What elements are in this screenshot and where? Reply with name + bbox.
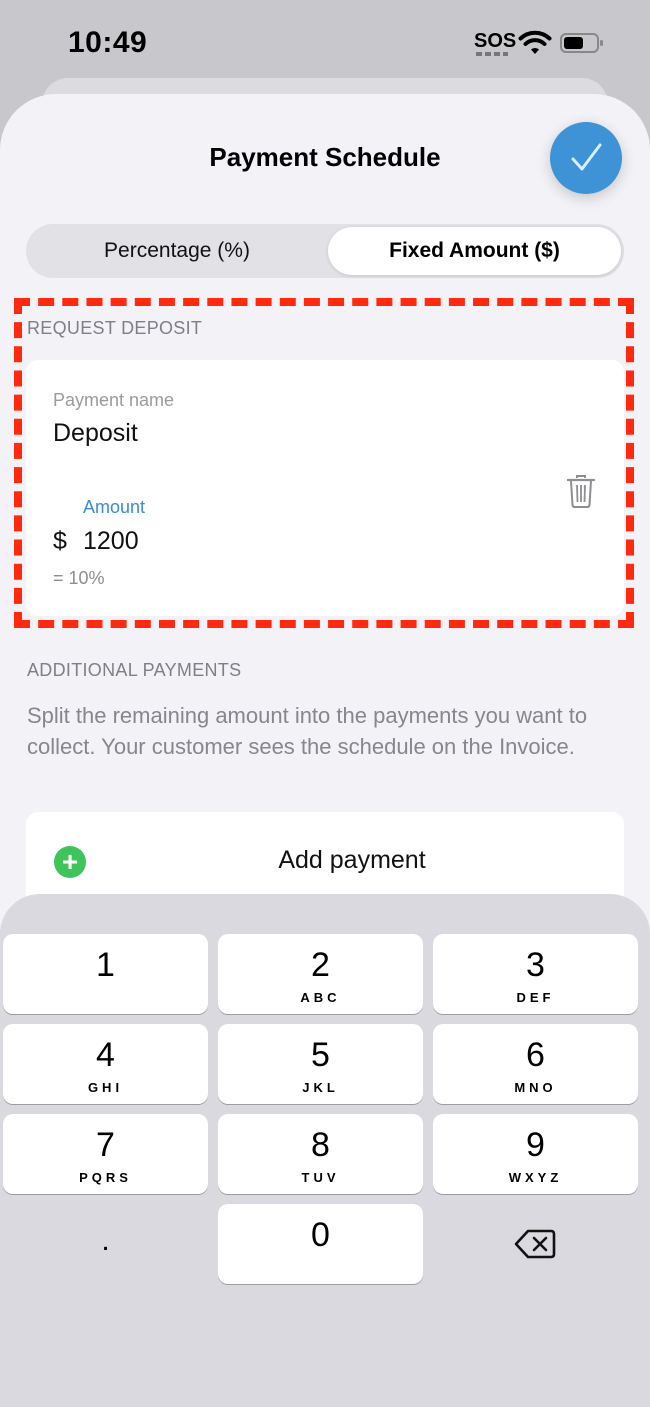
add-payment-label: Add payment [278, 846, 426, 874]
deposit-card: Payment name Deposit Amount $ 1200 = 10% [26, 360, 624, 616]
key-digit: 2 [311, 946, 330, 984]
key-digit: 9 [526, 1126, 545, 1164]
percent-equivalent: = 10% [53, 568, 105, 588]
key-digit: 1 [96, 946, 115, 984]
segment-percentage[interactable]: Percentage (%) [29, 227, 325, 275]
key-letters: TUV [301, 1170, 340, 1185]
key-7[interactable]: 7 PQRS [3, 1114, 208, 1194]
key-1[interactable]: 1 [3, 934, 208, 1014]
additional-payments-heading: ADDITIONAL PAYMENTS [27, 660, 242, 680]
key-letters: JKL [302, 1080, 339, 1095]
backspace-icon [514, 1229, 556, 1259]
key-letters: GHI [87, 1080, 124, 1095]
key-letters: WXYZ [508, 1170, 563, 1185]
key-delete[interactable] [433, 1204, 638, 1284]
key-letters: MNO [514, 1080, 557, 1095]
amount-label: Amount [83, 497, 146, 517]
payment-name-field[interactable]: Deposit [53, 419, 138, 448]
key-digit: 6 [526, 1036, 545, 1074]
amount-field[interactable]: 1200 [83, 527, 139, 556]
key-3[interactable]: 3 DEF [433, 934, 638, 1014]
payment-name-label: Payment name [53, 390, 175, 410]
key-digit: 3 [526, 946, 545, 984]
request-deposit-heading: REQUEST DEPOSIT [27, 318, 203, 338]
checkmark-icon [571, 143, 602, 171]
key-8[interactable]: 8 TUV [218, 1114, 423, 1194]
key-digit: 7 [96, 1126, 115, 1164]
key-letters: DEF [516, 990, 555, 1005]
key-decimal[interactable]: . [3, 1204, 208, 1284]
key-digit: 4 [96, 1036, 115, 1074]
key-4[interactable]: 4 GHI [3, 1024, 208, 1104]
key-9[interactable]: 9 WXYZ [433, 1114, 638, 1194]
trash-icon[interactable] [566, 474, 596, 508]
carrier-sos: SOS [474, 30, 517, 52]
key-2[interactable]: 2 ABC [218, 934, 423, 1014]
wifi-icon [518, 30, 552, 54]
done-button[interactable] [550, 122, 622, 194]
battery-icon [560, 33, 603, 53]
segment-fixed-amount[interactable]: Fixed Amount ($) [328, 227, 621, 275]
currency-symbol: $ [53, 527, 67, 555]
signal-dots-icon [476, 52, 508, 56]
key-digit: 0 [311, 1216, 330, 1254]
key-5[interactable]: 5 JKL [218, 1024, 423, 1104]
additional-payments-description: Split the remaining amount into the paym… [27, 703, 588, 759]
key-0[interactable]: 0 [218, 1204, 423, 1284]
status-time: 10:49 [68, 26, 148, 59]
key-letters: PQRS [79, 1170, 132, 1185]
key-digit: 8 [311, 1126, 330, 1164]
key-letters: ABC [300, 990, 341, 1005]
key-digit: 5 [311, 1036, 330, 1074]
key-6[interactable]: 6 MNO [433, 1024, 638, 1104]
key-digit: . [101, 1224, 110, 1257]
status-bar: 10:49 SOS [0, 0, 650, 80]
amount-type-segmented-control: Percentage (%) Fixed Amount ($) [26, 224, 624, 278]
numeric-keypad: 1 2 ABC 3 DEF 4 GHI 5 JKL 6 MNO 7 PQRS 8… [0, 894, 650, 1407]
